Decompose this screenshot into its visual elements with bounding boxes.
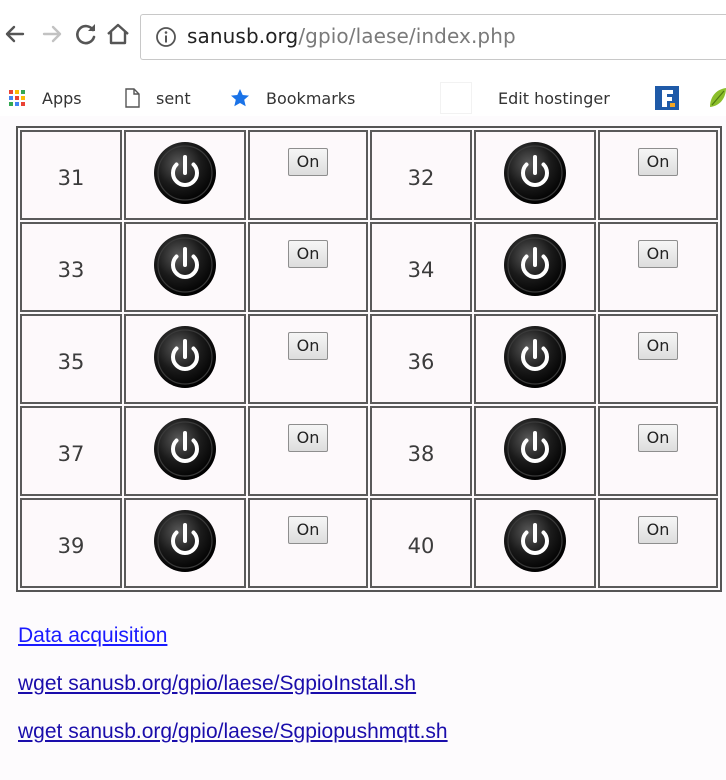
bookmark-apps-label: Apps <box>42 88 82 108</box>
power-knob-cell <box>124 406 246 496</box>
power-knob-cell <box>124 130 246 220</box>
bookmark-bookmarks-label: Bookmarks <box>266 88 356 108</box>
home-icon[interactable] <box>104 20 132 48</box>
pin-number-cell: 35 <box>20 314 122 404</box>
blank-favicon-icon <box>440 82 472 114</box>
link-sgpio-install[interactable]: wget sanusb.org/gpio/laese/SgpioInstall.… <box>18 672 416 696</box>
on-button-cell: On <box>598 222 718 312</box>
pin-number-cell: 31 <box>20 130 122 220</box>
bookmark-edit-hostinger[interactable]: Edit hostinger <box>440 80 610 116</box>
info-icon[interactable] <box>155 26 177 48</box>
address-bar[interactable]: sanusb.org/gpio/laese/index.php <box>140 14 726 60</box>
url-path: /gpio/laese/index.php <box>298 24 516 48</box>
bookmark-sent[interactable]: sent <box>124 80 191 116</box>
power-icon <box>154 418 216 480</box>
pin-number-cell: 38 <box>370 406 472 496</box>
bookmark-sent-label: sent <box>156 88 191 108</box>
power-knob-cell <box>124 314 246 404</box>
page-icon <box>125 88 140 108</box>
on-button[interactable]: On <box>287 148 329 176</box>
gpio-row: 39 On 40 On <box>20 498 718 588</box>
pin-number: 32 <box>407 166 435 190</box>
pin-number: 39 <box>57 534 85 558</box>
power-icon <box>154 234 216 296</box>
power-icon <box>504 234 566 296</box>
power-icon <box>504 142 566 204</box>
power-knob-cell <box>124 222 246 312</box>
bookmark-f[interactable] <box>654 80 680 116</box>
bookmark-edit-hostinger-label: Edit hostinger <box>498 88 610 108</box>
power-icon <box>154 510 216 572</box>
on-button-cell: On <box>248 130 368 220</box>
pin-number: 38 <box>407 442 435 466</box>
power-knob-cell <box>474 314 596 404</box>
pin-number-cell: 34 <box>370 222 472 312</box>
power-icon <box>154 326 216 388</box>
gpio-table: 31 On 32 On 33 On 34 On 35 On 36 On 37 O… <box>16 126 722 592</box>
on-button[interactable]: On <box>287 516 329 544</box>
pin-number-cell: 33 <box>20 222 122 312</box>
gpio-row: 37 On 38 On <box>20 406 718 496</box>
gpio-row: 31 On 32 On <box>20 130 718 220</box>
on-button[interactable]: On <box>287 424 329 452</box>
gpio-row: 35 On 36 On <box>20 314 718 404</box>
browser-toolbar: sanusb.org/gpio/laese/index.php <box>0 0 726 80</box>
on-button[interactable]: On <box>637 424 679 452</box>
power-icon <box>504 326 566 388</box>
power-knob-cell <box>474 406 596 496</box>
on-button-cell: On <box>598 406 718 496</box>
power-knob-cell <box>124 498 246 588</box>
on-button-cell: On <box>248 222 368 312</box>
power-icon <box>504 510 566 572</box>
pin-number: 40 <box>407 534 435 558</box>
power-knob-cell <box>474 222 596 312</box>
power-knob-cell <box>474 498 596 588</box>
on-button[interactable]: On <box>637 332 679 360</box>
on-button-cell: On <box>598 498 718 588</box>
reload-icon[interactable] <box>72 20 100 48</box>
pin-number: 37 <box>57 442 85 466</box>
on-button-cell: On <box>598 130 718 220</box>
back-arrow-icon[interactable] <box>1 20 29 48</box>
forward-arrow-icon[interactable] <box>38 20 66 48</box>
on-button-cell: On <box>248 314 368 404</box>
pin-number: 35 <box>57 350 85 374</box>
gpio-row: 33 On 34 On <box>20 222 718 312</box>
pin-number: 33 <box>57 258 85 282</box>
pin-number-cell: 36 <box>370 314 472 404</box>
bookmark-apps[interactable]: Apps <box>8 80 82 116</box>
pin-number-cell: 40 <box>370 498 472 588</box>
pin-number: 34 <box>407 258 435 282</box>
on-button[interactable]: On <box>637 516 679 544</box>
link-data-acquisition[interactable]: Data acquisition <box>18 624 167 648</box>
power-icon <box>504 418 566 480</box>
on-button-cell: On <box>248 406 368 496</box>
on-button[interactable]: On <box>637 148 679 176</box>
on-button[interactable]: On <box>637 240 679 268</box>
pin-number: 31 <box>57 166 85 190</box>
on-button[interactable]: On <box>287 240 329 268</box>
star-icon <box>231 89 249 107</box>
bookmarks-bar: Apps sent Bookmarks Edit hostinger <box>0 80 726 116</box>
power-icon <box>154 142 216 204</box>
pin-number-cell: 37 <box>20 406 122 496</box>
link-sgpio-pushmqtt[interactable]: wget sanusb.org/gpio/laese/Sgpiopushmqtt… <box>18 720 448 744</box>
url-host: sanusb.org <box>187 24 299 48</box>
pin-number-cell: 32 <box>370 130 472 220</box>
url-text[interactable]: sanusb.org/gpio/laese/index.php <box>187 24 516 48</box>
leaf-favicon-icon <box>710 88 726 107</box>
pin-number-cell: 39 <box>20 498 122 588</box>
bookmark-leaf[interactable] <box>708 80 726 116</box>
pin-number: 36 <box>407 350 435 374</box>
f-favicon-icon <box>655 86 679 110</box>
apps-grid-icon <box>9 90 25 106</box>
power-knob-cell <box>474 130 596 220</box>
bookmark-bookmarks[interactable]: Bookmarks <box>230 80 355 116</box>
on-button-cell: On <box>248 498 368 588</box>
on-button-cell: On <box>598 314 718 404</box>
on-button[interactable]: On <box>287 332 329 360</box>
